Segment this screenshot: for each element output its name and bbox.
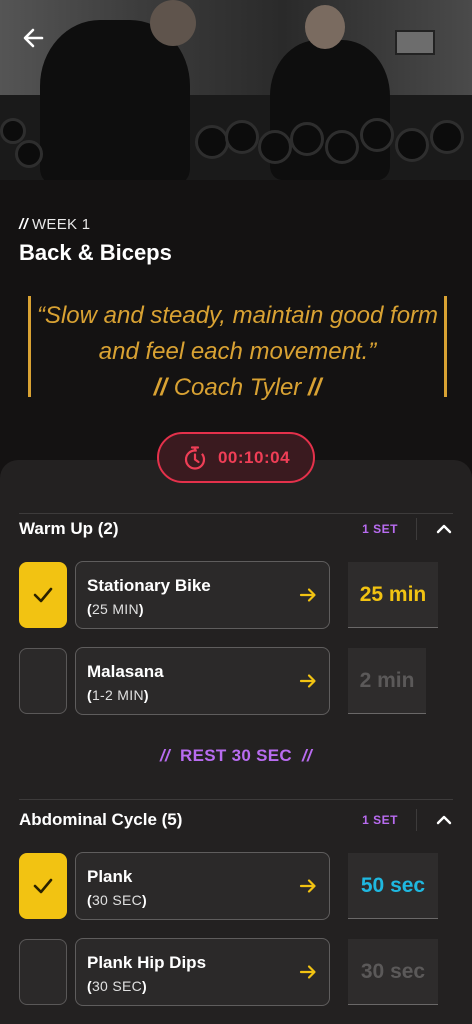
exercise-value-input[interactable]: 30 sec (348, 939, 438, 1005)
exercise-value-input[interactable]: 25 min (348, 562, 438, 628)
rest-label: //REST 30 SEC// (159, 746, 313, 765)
exercise-duration: (30 SEC) (87, 892, 147, 908)
exercise-duration: (1-2 MIN) (87, 687, 149, 703)
exercise-value-input[interactable]: 2 min (348, 648, 426, 714)
arrow-right-icon (299, 965, 316, 979)
author-marker-right: // (307, 374, 322, 401)
divider (416, 809, 417, 831)
week-label: //WEEK 1 (19, 216, 90, 233)
sets-button[interactable]: 1 SET (362, 813, 398, 827)
hero-image (0, 0, 472, 180)
section-title: Abdominal Cycle (5) (19, 810, 183, 829)
quote-text: “Slow and steady, maintain good form and… (36, 302, 439, 365)
arrow-left-icon (23, 28, 44, 48)
exercise-duration: (25 MIN) (87, 601, 144, 617)
check-icon (33, 878, 53, 894)
section-title: Warm Up (2) (19, 519, 119, 538)
week-text: WEEK 1 (31, 216, 91, 233)
exercise-name: Plank Hip Dips (87, 953, 207, 972)
exercise-name: Stationary Bike (87, 576, 211, 595)
divider (416, 518, 417, 540)
arrow-right-icon (299, 879, 316, 893)
sets-button[interactable]: 1 SET (362, 522, 398, 536)
check-icon (33, 587, 53, 603)
section-header-abdominal-cycle: Abdominal Cycle (5) 1 SET (19, 805, 453, 835)
exercise-card[interactable]: Plank Hip Dips (30 SEC) (75, 938, 330, 1006)
stopwatch-icon (184, 445, 206, 470)
exercise-card[interactable]: Stationary Bike (25 MIN) (75, 561, 330, 629)
exercise-checkbox[interactable] (19, 562, 67, 628)
exercise-checkbox[interactable] (19, 648, 67, 714)
section-header-warm-up: Warm Up (2) 1 SET (19, 514, 453, 544)
exercise-card[interactable]: Malasana (1-2 MIN) (75, 647, 330, 715)
workout-title: Back & Biceps (19, 240, 172, 265)
timer-value: 00:10:04 (217, 447, 291, 467)
exercise-name: Plank (87, 867, 133, 886)
exercise-duration: (30 SEC) (87, 978, 147, 994)
exercise-name: Malasana (87, 662, 164, 681)
author-name: Coach Tyler (173, 374, 302, 401)
week-prefix: // (19, 216, 28, 233)
divider (19, 799, 453, 800)
author-marker-left: // (153, 374, 168, 401)
workout-timer[interactable]: 00:10:04 (157, 432, 315, 483)
chevron-up-icon[interactable] (435, 811, 453, 829)
exercise-value-input[interactable]: 50 sec (348, 853, 438, 919)
exercise-checkbox[interactable] (19, 853, 67, 919)
arrow-right-icon (299, 674, 316, 688)
chevron-up-icon[interactable] (435, 520, 453, 538)
arrow-right-icon (299, 588, 316, 602)
exercise-checkbox[interactable] (19, 939, 67, 1005)
coach-quote: “Slow and steady, maintain good form and… (28, 296, 447, 401)
quote-author: // Coach Tyler // (31, 370, 444, 406)
back-button[interactable] (20, 24, 48, 52)
exercise-card[interactable]: Plank (30 SEC) (75, 852, 330, 920)
